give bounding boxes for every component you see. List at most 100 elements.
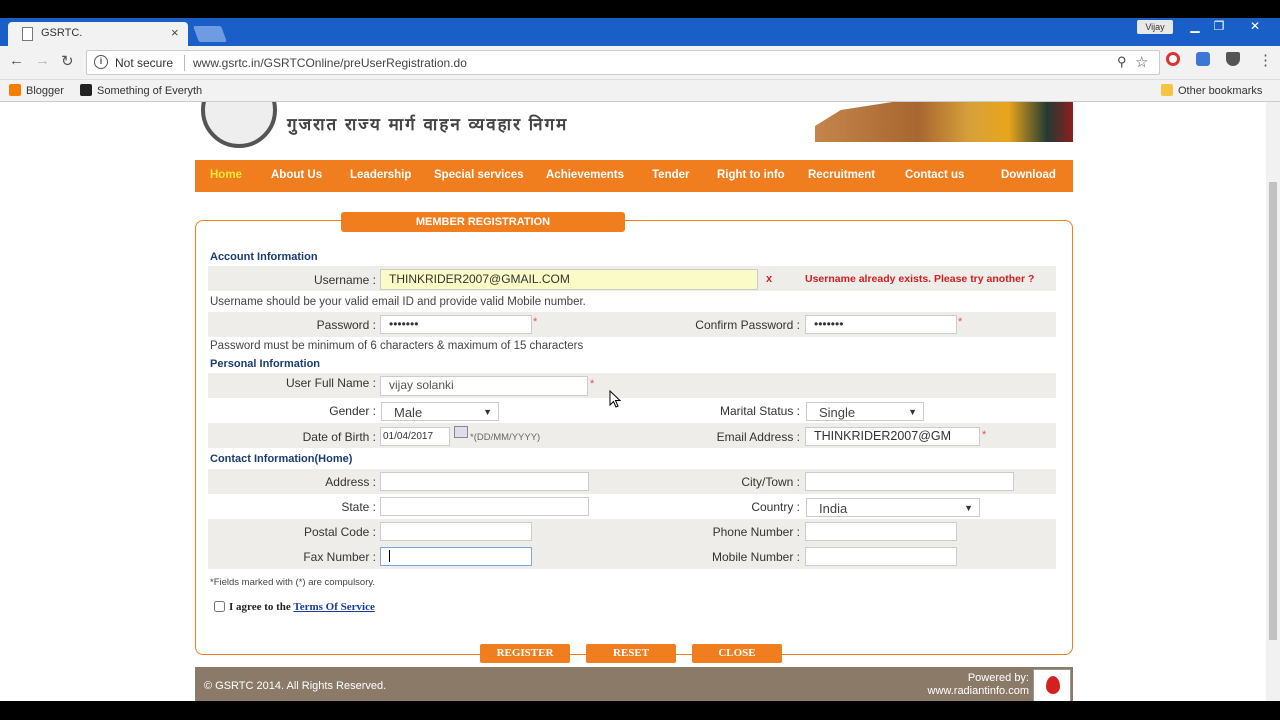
marital-status-select[interactable]: Single ▼	[806, 402, 924, 421]
menu-download[interactable]: Download	[1001, 169, 1056, 181]
dob-format-hint: *(DD/MM/YYYY)	[470, 432, 541, 443]
browser-window: GSRTC. × Vijay ▁ ❐ ✕ ← → ↻ i Not secure …	[0, 18, 1280, 701]
menu-about-us[interactable]: About Us	[271, 169, 322, 181]
username-hint: Username should be your valid email ID a…	[210, 296, 586, 308]
copyright-text: © GSRTC 2014. All Rights Reserved.	[204, 680, 387, 692]
info-icon[interactable]: i	[94, 55, 108, 69]
url-text[interactable]: www.gsrtc.in/GSRTCOnline/preUserRegistra…	[193, 56, 467, 70]
country-value: India	[819, 501, 848, 516]
fullname-input[interactable]: vijay solanki	[380, 376, 588, 396]
powered-by-url[interactable]: www.radiantinfo.com	[921, 685, 1030, 698]
bookmark-something[interactable]: Something of Everyth	[80, 84, 202, 97]
bookmark-label: Blogger	[26, 85, 64, 97]
page-icon	[22, 27, 33, 41]
radiant-logo[interactable]	[1033, 669, 1071, 701]
new-tab-button[interactable]	[193, 26, 227, 42]
postal-code-input[interactable]	[380, 522, 532, 541]
forward-icon[interactable]: →	[35, 52, 50, 69]
gsrtc-logo	[201, 102, 277, 148]
chevron-down-icon: ▼	[908, 407, 917, 417]
country-select[interactable]: India ▼	[806, 498, 980, 517]
tab-close-icon[interactable]: ×	[171, 25, 179, 40]
menu-recruitment[interactable]: Recruitment	[808, 169, 875, 181]
reset-button[interactable]: RESET	[586, 644, 676, 663]
country-label: Country :	[751, 500, 800, 514]
password-input[interactable]: •••••••	[380, 315, 532, 334]
phone-input[interactable]	[805, 522, 957, 541]
terms-link[interactable]: Terms Of Service	[293, 601, 374, 613]
tab-gsrtc[interactable]: GSRTC. ×	[8, 22, 188, 46]
city-input[interactable]	[805, 472, 1014, 491]
site-icon	[80, 84, 92, 96]
gender-select[interactable]: Male ▼	[381, 402, 499, 421]
bookmark-label: Something of Everyth	[97, 85, 203, 97]
calendar-icon[interactable]	[454, 426, 468, 438]
opera-extension-icon[interactable]	[1166, 52, 1180, 66]
username-input[interactable]: THINKRIDER2007@GMAIL.COM	[380, 269, 758, 290]
username-label: Username :	[313, 273, 376, 287]
fax-input[interactable]	[380, 547, 532, 566]
menu-right-to-info[interactable]: Right to info	[717, 169, 785, 181]
required-note: *Fields marked with (*) are compulsory.	[210, 577, 376, 588]
address-bar[interactable]: i Not secure www.gsrtc.in/GSRTCOnline/pr…	[86, 50, 1160, 75]
required-star: *	[982, 429, 987, 441]
profile-button[interactable]: Vijay	[1137, 20, 1173, 34]
state-input[interactable]	[380, 497, 589, 516]
other-bookmarks[interactable]: Other bookmarks	[1161, 84, 1262, 97]
menu-leadership[interactable]: Leadership	[350, 169, 411, 181]
key-icon[interactable]: ⚲	[1117, 54, 1127, 70]
agree-checkbox[interactable]	[214, 601, 225, 612]
menu-achievements[interactable]: Achievements	[546, 169, 624, 181]
restore-icon[interactable]: ❐	[1207, 19, 1231, 34]
required-star: *	[958, 316, 963, 328]
minimize-icon[interactable]: ▁	[1183, 19, 1207, 34]
tab-strip: GSRTC. × Vijay ▁ ❐ ✕	[0, 18, 1280, 46]
email-label: Email Address :	[716, 430, 800, 444]
main-menu: Home About Us Leadership Special service…	[195, 160, 1073, 192]
menu-home[interactable]: Home	[210, 169, 242, 181]
registration-title: MEMBER REGISTRATION	[341, 212, 625, 232]
state-label: State :	[341, 500, 376, 514]
confirm-password-input[interactable]: •••••••	[805, 315, 957, 334]
header-title: गुजरात राज्य मार्ग वाहन व्यवहार निगम	[287, 115, 569, 134]
required-star: *	[533, 316, 538, 328]
powered-by: Powered by: www.radiantinfo.com	[921, 672, 1030, 698]
agree-text: I agree to the	[229, 601, 291, 613]
bookmark-blogger[interactable]: Blogger	[9, 84, 64, 97]
menu-icon[interactable]: ⋮	[1258, 51, 1273, 69]
password-label: Password :	[316, 318, 376, 332]
pocket-icon[interactable]	[1226, 52, 1240, 66]
email-input[interactable]: THINKRIDER2007@GM	[805, 427, 980, 446]
confirm-password-label: Confirm Password :	[695, 318, 800, 332]
dob-input[interactable]: 01/04/2017	[380, 427, 450, 446]
address-input[interactable]	[380, 472, 589, 491]
fax-label: Fax Number :	[303, 550, 376, 564]
menu-tender[interactable]: Tender	[652, 169, 690, 181]
username-error-icon: x	[766, 273, 773, 285]
toolbar: ← → ↻ i Not secure www.gsrtc.in/GSRTCOnl…	[0, 46, 1280, 80]
reload-icon[interactable]: ↻	[61, 52, 74, 70]
account-section-heading: Account Information	[210, 251, 318, 263]
close-button[interactable]: CLOSE	[692, 644, 782, 663]
menu-contact-us[interactable]: Contact us	[905, 169, 964, 181]
powered-by-label: Powered by:	[967, 672, 1029, 684]
blogger-icon	[9, 84, 21, 96]
page-scrollbar[interactable]	[1266, 102, 1280, 701]
window-close-icon[interactable]: ✕	[1243, 19, 1267, 34]
back-icon[interactable]: ←	[9, 52, 24, 69]
header-banner-image	[815, 102, 1073, 142]
scrollbar-thumb[interactable]	[1269, 182, 1277, 640]
gender-label: Gender :	[329, 404, 376, 418]
extension-icon[interactable]	[1196, 52, 1210, 66]
bookmark-star-icon[interactable]: ☆	[1135, 53, 1148, 71]
register-button[interactable]: REGISTER	[480, 644, 570, 663]
menu-special-services[interactable]: Special services	[434, 169, 524, 181]
mobile-input[interactable]	[805, 547, 957, 566]
marital-status-value: Single	[819, 405, 856, 420]
security-label: Not secure	[115, 56, 174, 70]
dob-label: Date of Birth :	[302, 430, 376, 444]
marital-status-label: Marital Status :	[719, 404, 800, 418]
bookmark-label: Other bookmarks	[1178, 85, 1263, 97]
mouse-cursor-icon	[609, 390, 621, 408]
phone-label: Phone Number :	[712, 525, 800, 539]
